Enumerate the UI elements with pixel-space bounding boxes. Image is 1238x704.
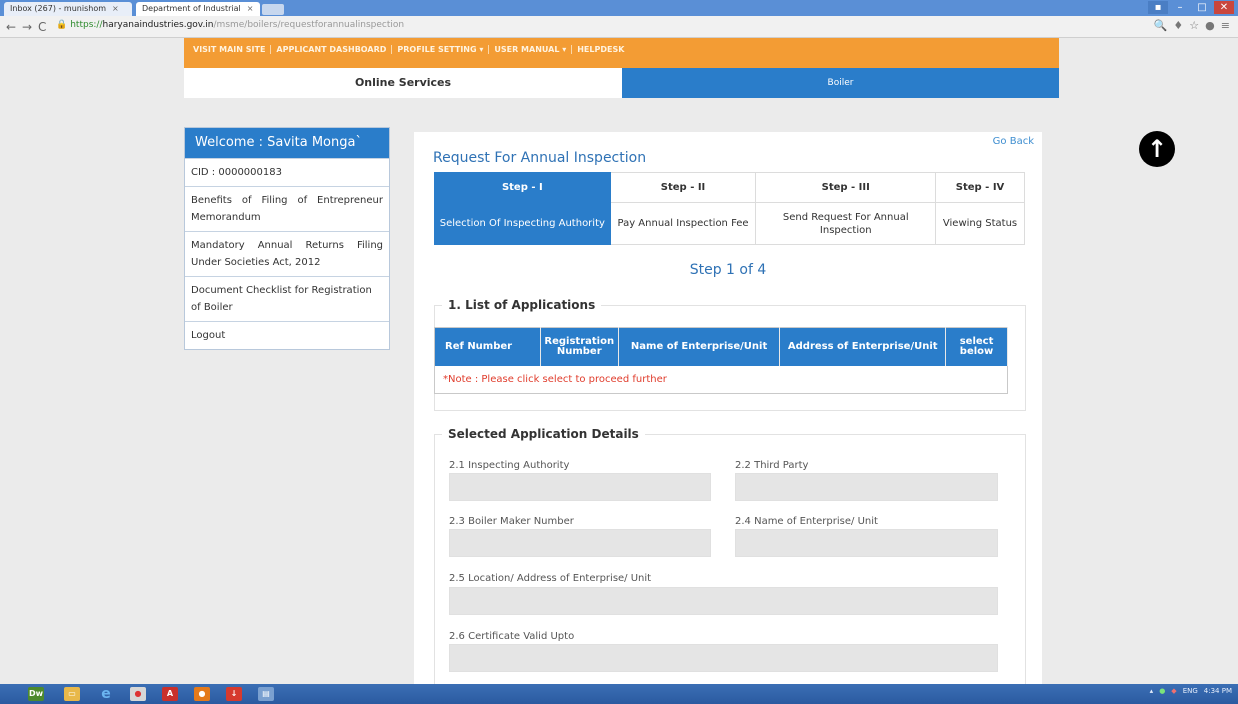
url-host: haryanaindustries.gov.in: [102, 20, 214, 30]
step-2-desc: Pay Annual Inspection Fee: [609, 202, 757, 245]
boiler-maker-label: 2.3 Boiler Maker Number: [449, 516, 574, 527]
browser-tab-bar: Inbox (267) - munishom × Department of In…: [0, 0, 1238, 16]
menu-icon[interactable]: ≡: [1221, 19, 1230, 32]
col-enterprise-address: Address of Enterprise/Unit: [779, 327, 947, 366]
inspecting-authority-field[interactable]: [449, 473, 711, 501]
nav-visit-main-site[interactable]: VISIT MAIN SITE: [188, 45, 272, 54]
location-label: 2.5 Location/ Address of Enterprise/ Uni…: [449, 573, 652, 584]
enterprise-name-label: 2.4 Name of Enterprise/ Unit: [735, 516, 878, 527]
firefox-icon[interactable]: ●: [194, 687, 210, 701]
col-ref-number: Ref Number: [434, 327, 541, 366]
boiler-tab[interactable]: Boiler: [622, 68, 1059, 98]
step-4-label[interactable]: Step - IV: [935, 172, 1025, 203]
step-progress: Step 1 of 4: [689, 262, 767, 278]
ie-icon[interactable]: e: [98, 687, 114, 701]
network-icon[interactable]: ●: [1159, 687, 1165, 695]
extension-icon[interactable]: ●: [1205, 19, 1215, 32]
close-window-icon[interactable]: ✕: [1214, 1, 1234, 14]
window-controls: ▪ – □ ✕: [1148, 1, 1234, 14]
boiler-maker-field[interactable]: [449, 529, 711, 557]
applications-table: Ref Number Registration Number Name of E…: [434, 327, 1008, 394]
minimize-icon[interactable]: –: [1170, 1, 1190, 14]
sidebar-item-entrepreneur-memorandum[interactable]: Benefits of Filing of Entrepreneur Memor…: [185, 186, 389, 231]
page-title: Request For Annual Inspection: [433, 150, 647, 166]
step-1-label[interactable]: Step - I: [434, 172, 611, 203]
services-bar: Online Services Boiler: [184, 68, 1059, 98]
steps-wizard: Step - I Step - II Step - III Step - IV …: [434, 172, 1025, 245]
language-indicator[interactable]: ENG: [1183, 687, 1198, 695]
applications-legend: 1. List of Applications: [442, 298, 602, 312]
windows-taskbar: Dw ▭ e ● A ● ↓ ▤ ▴ ● ◆ ENG 4:34 PM: [0, 684, 1238, 704]
page-content: VISIT MAIN SITE APPLICANT DASHBOARD PROF…: [0, 38, 1238, 694]
col-select: select below: [945, 327, 1008, 366]
step-3-desc: Send Request For Annual Inspection: [755, 202, 937, 245]
tab-title: Department of Industrial: [142, 4, 241, 13]
nav-helpdesk[interactable]: HELPDESK: [572, 45, 629, 54]
reload-icon[interactable]: C: [38, 20, 46, 34]
file-explorer-icon[interactable]: ▭: [64, 687, 80, 701]
tray-chevron-icon[interactable]: ▴: [1150, 687, 1154, 695]
url-path: /msme/boilers/requestforannualinspection: [213, 20, 405, 30]
enterprise-name-field[interactable]: [735, 529, 998, 557]
forward-icon[interactable]: →: [22, 20, 32, 34]
sidebar: Welcome : Savita Monga` CID : 0000000183…: [184, 127, 390, 350]
system-tray: ▴ ● ◆ ENG 4:34 PM: [1150, 687, 1232, 695]
acrobat-icon[interactable]: A: [162, 687, 178, 701]
top-navigation: VISIT MAIN SITE APPLICANT DASHBOARD PROF…: [184, 38, 1059, 68]
nav-user-manual[interactable]: USER MANUAL ▾: [489, 45, 573, 54]
step-4-desc: Viewing Status: [935, 202, 1025, 245]
sidebar-item-annual-returns[interactable]: Mandatory Annual Returns Filing Under So…: [185, 231, 389, 276]
volume-icon[interactable]: ◆: [1171, 687, 1176, 695]
certificate-valid-label: 2.6 Certificate Valid Upto: [449, 631, 575, 642]
key-icon[interactable]: ♦: [1173, 19, 1183, 32]
step-3-label[interactable]: Step - III: [755, 172, 937, 203]
inspecting-authority-label: 2.1 Inspecting Authority: [449, 460, 570, 471]
new-tab-button[interactable]: [262, 4, 284, 15]
online-services-tab[interactable]: Online Services: [184, 68, 622, 98]
sidebar-item-logout[interactable]: Logout: [185, 321, 389, 349]
close-icon[interactable]: ×: [112, 4, 119, 13]
notepad-icon[interactable]: ▤: [258, 687, 274, 701]
clock[interactable]: 4:34 PM: [1204, 687, 1232, 695]
col-registration-number: Registration Number: [540, 327, 619, 366]
nav-applicant-dashboard[interactable]: APPLICANT DASHBOARD: [271, 45, 393, 54]
certificate-valid-field[interactable]: [449, 644, 998, 672]
go-back-link[interactable]: Go Back: [993, 136, 1034, 147]
details-legend: Selected Application Details: [442, 427, 645, 441]
browser-tab-inbox[interactable]: Inbox (267) - munishom ×: [4, 2, 132, 16]
browser-tab-department[interactable]: Department of Industrial ×: [136, 2, 260, 16]
nav-profile-setting[interactable]: PROFILE SETTING ▾: [392, 45, 490, 54]
welcome-header: Welcome : Savita Monga`: [185, 128, 389, 158]
scroll-to-top-button[interactable]: ↑: [1139, 131, 1175, 167]
url-field[interactable]: 🔒 https://haryanaindustries.gov.in/msme/b…: [56, 20, 404, 30]
dreamweaver-icon[interactable]: Dw: [28, 687, 44, 701]
url-scheme: https://: [70, 20, 103, 30]
browser-toolbar-icons: 🔍 ♦ ☆ ● ≡: [1154, 19, 1230, 32]
third-party-label: 2.2 Third Party: [735, 460, 809, 471]
sidebar-item-document-checklist[interactable]: Document Checklist for Registration of B…: [185, 276, 389, 321]
user-icon[interactable]: ▪: [1148, 1, 1168, 14]
col-enterprise-name: Name of Enterprise/Unit: [618, 327, 781, 366]
note-text: *Note : Please click select to proceed f…: [443, 373, 667, 385]
back-icon[interactable]: ←: [6, 20, 16, 34]
downloader-icon[interactable]: ↓: [226, 687, 242, 701]
close-icon[interactable]: ×: [247, 4, 254, 13]
third-party-field[interactable]: [735, 473, 998, 501]
cid-label: CID : 0000000183: [185, 158, 389, 186]
zoom-icon[interactable]: 🔍: [1154, 19, 1168, 32]
step-1-desc: Selection Of Inspecting Authority: [434, 202, 611, 245]
lock-icon: 🔒: [56, 20, 68, 30]
star-icon[interactable]: ☆: [1189, 19, 1199, 32]
chrome-icon[interactable]: ●: [130, 687, 146, 701]
location-field[interactable]: [449, 587, 998, 615]
maximize-icon[interactable]: □: [1192, 1, 1212, 14]
address-bar: ← → C 🔒 https://haryanaindustries.gov.in/…: [0, 16, 1238, 38]
step-2-label[interactable]: Step - II: [609, 172, 757, 203]
tab-title: Inbox (267) - munishom: [10, 4, 106, 13]
